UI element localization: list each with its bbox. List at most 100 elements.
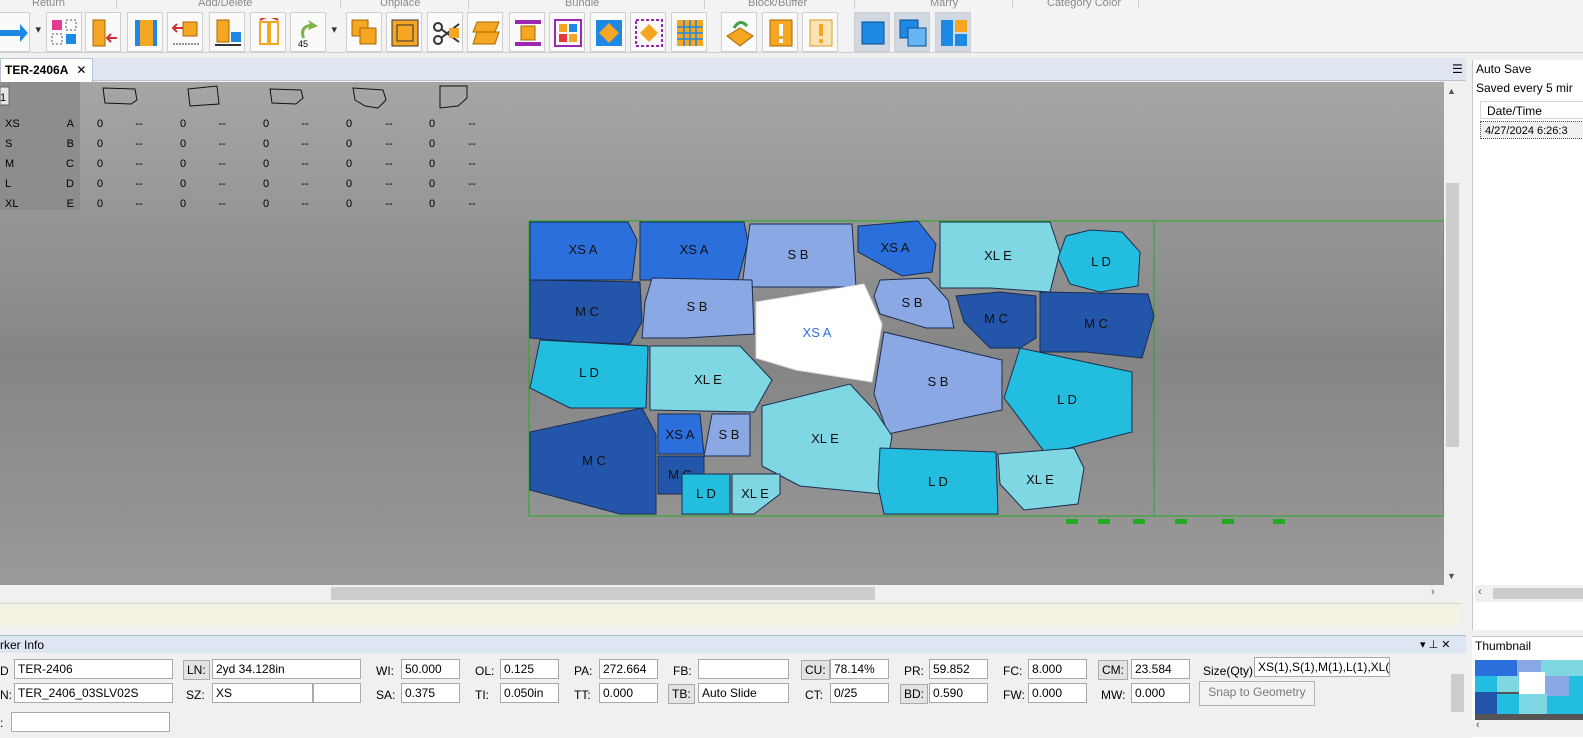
pa-field[interactable]: 272.664: [599, 659, 658, 679]
cut-piece-button[interactable]: [427, 12, 463, 52]
bundle-center-button[interactable]: [509, 12, 545, 52]
grid-add-icon: [51, 19, 77, 45]
size-extra-field[interactable]: [313, 683, 361, 703]
unplace-down-button[interactable]: [209, 12, 245, 52]
squares-overlap-icon: [899, 19, 927, 47]
marker-name-field[interactable]: TER_2406_03SLV02S: [14, 683, 173, 703]
sa-field[interactable]: 0.375: [401, 683, 460, 703]
group-label-return: Return: [32, 0, 66, 9]
split-squares-icon: [941, 20, 967, 46]
vertical-scroll-thumb[interactable]: [1446, 183, 1459, 447]
pieces-layer[interactable]: XS A XS A S B XS A XL E L D M C S B XS A S B M C M …: [529, 220, 1155, 515]
block-diamond-button[interactable]: [590, 12, 626, 52]
size-qty-field[interactable]: XS(1),S(1),M(1),L(1),XL(1),: [1254, 657, 1390, 677]
thumbnail-scrollbar[interactable]: [1472, 720, 1583, 737]
group-separator: [854, 0, 855, 9]
overlap-pieces-icon: [351, 19, 377, 45]
length-field[interactable]: 2yd 34.128in: [212, 659, 361, 679]
piece-label: XL E: [741, 486, 769, 501]
fc-label: FC:: [1003, 664, 1023, 678]
marker-layout[interactable]: XS A XS A S B XS A XL E L D M C S B XS A S B M C M …: [0, 82, 1444, 585]
marry-split-button[interactable]: [935, 12, 971, 52]
unplace-left-button[interactable]: [167, 12, 203, 52]
ruler-piece-button[interactable]: [127, 12, 163, 52]
size-field[interactable]: XS: [212, 683, 313, 703]
mw-field[interactable]: 0.000: [1131, 683, 1190, 703]
ti-label: TI:: [475, 688, 489, 702]
piece-label: XL E: [984, 248, 1012, 263]
bundle-stack-button[interactable]: [467, 12, 503, 52]
tb-field[interactable]: Auto Slide: [698, 683, 789, 703]
date-time-column-header[interactable]: Date/Time: [1480, 101, 1583, 119]
sz-label: SZ:: [186, 688, 205, 702]
bundle-grid-button[interactable]: [549, 12, 585, 52]
refresh-block-button[interactable]: [721, 12, 757, 52]
warning-button[interactable]: [762, 12, 798, 52]
fb-field[interactable]: [698, 659, 789, 679]
snap-to-geometry-button[interactable]: Snap to Geometry: [1199, 681, 1315, 706]
piece-label: XS A: [666, 427, 695, 442]
wi-label: WI:: [376, 664, 394, 678]
ribbon-toolbar: Return Add/Delete Unplace Bundle Block/B…: [0, 0, 1583, 53]
auto-save-title: Auto Save: [1476, 62, 1532, 76]
marry-single-button[interactable]: [854, 12, 890, 52]
scroll-right-icon[interactable]: ›: [1431, 586, 1435, 598]
thumbnail-view[interactable]: ‹: [1472, 654, 1583, 738]
marker-extra-field[interactable]: [11, 712, 170, 732]
return-button[interactable]: [0, 12, 41, 52]
ol-field[interactable]: 0.125: [500, 659, 559, 679]
bd-label: BD:: [900, 684, 929, 704]
warning-outline-button[interactable]: [802, 12, 838, 52]
ct-field[interactable]: 0/25: [830, 683, 889, 703]
status-strip: [0, 603, 1461, 626]
piece-label: S B: [928, 374, 949, 389]
piece-label: S B: [719, 427, 740, 442]
close-tab-icon[interactable]: ✕: [76, 63, 86, 77]
group-label-category-color: Category Color: [1047, 0, 1121, 9]
group-label-unplace: Unplace: [380, 0, 421, 9]
width-field[interactable]: 50.000: [401, 659, 460, 679]
sa-label: SA:: [376, 688, 396, 702]
scroll-up-icon[interactable]: ▲: [1447, 86, 1456, 96]
horizontal-scroll-thumb[interactable]: [331, 587, 875, 600]
delete-piece-button[interactable]: [85, 12, 121, 52]
block-grid-button[interactable]: [671, 12, 707, 52]
bd-field[interactable]: 0.590: [929, 683, 988, 703]
scroll-left-icon[interactable]: ‹: [1476, 719, 1480, 731]
piece-label: M C: [1084, 316, 1108, 331]
extra-label: :: [0, 716, 4, 730]
unplace-piece-button[interactable]: [346, 12, 382, 52]
piece-label: XS A: [680, 242, 709, 257]
rotate-45-button[interactable]: 45: [290, 12, 337, 52]
scroll-left-icon[interactable]: ‹: [1478, 586, 1482, 598]
fw-field[interactable]: 0.000: [1028, 683, 1087, 703]
add-pieces-button[interactable]: [46, 12, 82, 52]
group-separator: [1012, 0, 1013, 9]
marker-id-field[interactable]: TER-2406: [14, 659, 173, 679]
auto-save-entry[interactable]: 4/27/2024 6:26:3: [1480, 121, 1583, 139]
tb-label: TB:: [668, 684, 695, 704]
cm-field[interactable]: 23.584: [1131, 659, 1190, 679]
fc-field[interactable]: 8.000: [1028, 659, 1087, 679]
marker-canvas[interactable]: 1 XS A 0 -- 0 -- 0 -- 0 -- 0 -- S B 0 -- 0 -- 0 -- 0 -- 0 -- M C 0…: [0, 82, 1444, 585]
auto-save-hscroll-thumb[interactable]: [1493, 588, 1583, 599]
panel-controls-icon[interactable]: ▾ ⊥ ✕: [1420, 636, 1450, 654]
marry-overlap-button[interactable]: [894, 12, 930, 52]
tab-ter-2406a[interactable]: TER-2406A ✕: [0, 58, 94, 82]
piece-label: XL E: [694, 372, 722, 387]
bundle-grid-icon: [554, 19, 582, 47]
buffer-icon: [635, 19, 663, 47]
buffer-dashed-button[interactable]: [630, 12, 666, 52]
flip-piece-button[interactable]: [250, 12, 286, 52]
tab-list-menu-icon[interactable]: ☰: [1452, 62, 1463, 76]
marker-info-scroll-thumb[interactable]: [1451, 674, 1464, 712]
ti-field[interactable]: 0.050in: [500, 683, 559, 703]
scroll-down-icon[interactable]: ▼: [1447, 571, 1456, 581]
pr-field[interactable]: 59.852: [929, 659, 988, 679]
cu-field[interactable]: 78.14%: [830, 659, 889, 679]
piece-label: S B: [687, 299, 708, 314]
tt-field[interactable]: 0.000: [599, 683, 658, 703]
piece-label: M C: [582, 453, 606, 468]
unplace-all-button[interactable]: [386, 12, 422, 52]
piece-label: L D: [928, 474, 948, 489]
